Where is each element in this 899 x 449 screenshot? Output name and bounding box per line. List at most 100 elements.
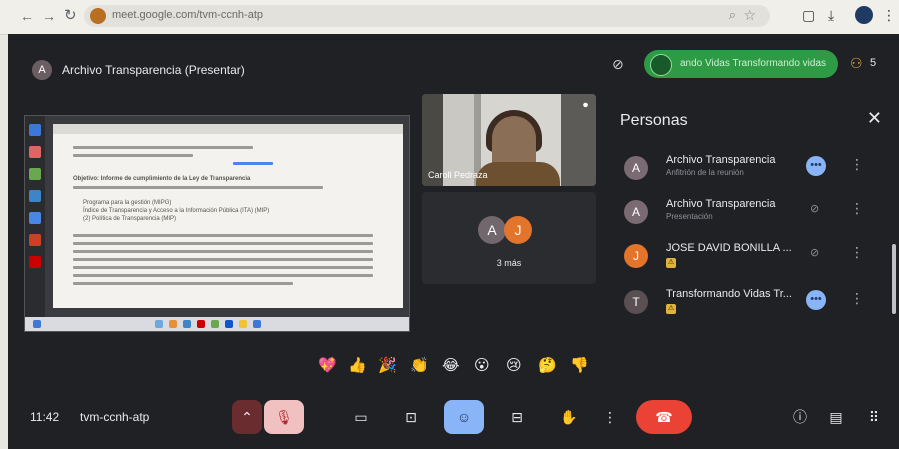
participant-role: Presentación: [666, 212, 713, 221]
text-line: [73, 186, 323, 189]
address-bar[interactable]: meet.google.com/tvm-ccnh-atp ⌕ ☆: [84, 5, 770, 27]
app-icon: [29, 256, 41, 268]
audio-level-icon[interactable]: •••: [806, 156, 826, 176]
text-line: [73, 242, 373, 245]
back-arrow-icon[interactable]: ←: [20, 8, 34, 24]
taskbar-icon: [253, 320, 261, 328]
presentation-pill[interactable]: ando Vidas Transformando vidas: [644, 50, 838, 78]
clap-reaction-icon[interactable]: 👏: [410, 356, 429, 374]
participant-avatar: T: [624, 290, 648, 314]
sad-reaction-icon[interactable]: 😢: [506, 356, 522, 374]
doc-list-item: Índice de Transparencia y Acceso a la In…: [83, 208, 270, 214]
url-text[interactable]: meet.google.com/tvm-ccnh-atp: [112, 9, 263, 21]
bookmark-star-icon[interactable]: ☆: [743, 7, 756, 24]
heart-reaction-icon[interactable]: 💖: [318, 356, 337, 374]
presenting-title: Archivo Transparencia (Presentar): [62, 63, 245, 77]
site-info-icon[interactable]: [90, 8, 106, 24]
surprised-reaction-icon[interactable]: 😮: [474, 356, 490, 374]
shared-taskbar: [25, 317, 409, 331]
thinking-reaction-icon[interactable]: 🤔: [538, 356, 557, 374]
taskbar-icon: [169, 320, 177, 328]
participant-name: Transformando Vidas Tr...: [666, 288, 792, 300]
text-line: [73, 266, 373, 269]
taskbar-icon: [239, 320, 247, 328]
participant-name: Archivo Transparencia: [666, 198, 776, 210]
app-icon: [29, 168, 41, 180]
forward-arrow-icon[interactable]: →: [42, 8, 56, 24]
mic-off-icon[interactable]: ⊘: [810, 246, 819, 259]
app-icon: [29, 212, 41, 224]
participant-row[interactable]: A Archivo Transparencia Presentación ⊘ ⋮: [624, 194, 886, 234]
more-participants-tile[interactable]: A J 3 más: [422, 192, 596, 284]
leave-call-button[interactable]: ☎: [636, 400, 692, 434]
download-icon[interactable]: ⤓: [828, 7, 834, 24]
thumbs-up-reaction-icon[interactable]: 👍: [348, 356, 367, 374]
taskbar-icon: [183, 320, 191, 328]
more-options-icon[interactable]: ⋮: [850, 200, 864, 217]
audio-level-icon[interactable]: •••: [806, 290, 826, 310]
mic-muted-icon: ⏺: [583, 100, 588, 111]
profile-avatar[interactable]: [855, 6, 873, 24]
text-line: [73, 282, 293, 285]
extensions-icon[interactable]: ▢: [802, 7, 815, 24]
audio-options-icon[interactable]: ⌃: [232, 400, 262, 434]
participant-row[interactable]: T Transformando Vidas Tr... ⚠ ••• ⋮: [624, 284, 886, 324]
meeting-code: tvm-ccnh-atp: [80, 410, 150, 424]
shared-document: Objetivo: Informe de cumplimiento de la …: [53, 124, 403, 308]
more-options-icon[interactable]: ⋮: [850, 290, 864, 307]
taskbar-icon: [211, 320, 219, 328]
external-badge-icon: ⚠: [666, 304, 676, 314]
participant-name: Caroll Pedraza: [428, 170, 488, 180]
text-line: [73, 258, 373, 261]
text-line: [73, 274, 373, 277]
emoji-reactions-button[interactable]: ☺: [444, 400, 484, 434]
panel-scrollbar[interactable]: [892, 244, 896, 314]
app-icon: [29, 190, 41, 202]
participant-name: JOSE DAVID BONILLA ...: [666, 242, 792, 254]
close-icon[interactable]: ✕: [867, 108, 882, 129]
taskbar-icon: [225, 320, 233, 328]
more-options-icon[interactable]: ⋮: [850, 244, 864, 261]
app-icon: [29, 234, 41, 246]
doc-heading: Objetivo: Informe de cumplimiento de la …: [73, 176, 251, 182]
more-options-button[interactable]: ⋮: [600, 400, 620, 434]
mic-off-icon[interactable]: ⊘: [810, 202, 819, 215]
present-screen-button[interactable]: ⊡: [392, 400, 430, 434]
pill-text: ando Vidas Transformando vidas: [680, 58, 827, 69]
text-line: [73, 146, 253, 149]
participant-name: Archivo Transparencia: [666, 154, 776, 166]
thumbs-down-reaction-icon[interactable]: 👎: [570, 356, 589, 374]
text-line: [73, 154, 193, 157]
browser-menu-icon[interactable]: ⋮: [882, 7, 896, 24]
shared-app-sidebar: [25, 116, 45, 331]
more-options-icon[interactable]: ⋮: [850, 156, 864, 173]
participant-row[interactable]: J JOSE DAVID BONILLA ... ⚠ ⊘ ⋮: [624, 238, 886, 278]
captions-button[interactable]: ⊟: [498, 400, 536, 434]
participant-video-tile[interactable]: ⏺ Caroll Pedraza: [422, 94, 596, 186]
video-person-body: [476, 162, 560, 186]
more-count-label: 3 más: [496, 258, 522, 268]
meeting-time: 11:42: [30, 410, 60, 424]
laugh-reaction-icon[interactable]: 😂: [442, 356, 460, 374]
participant-avatar: A: [624, 200, 648, 224]
participant-row[interactable]: A Archivo Transparencia Anfitrión de la …: [624, 150, 886, 190]
participant-count: 5: [870, 57, 877, 69]
mic-off-button[interactable]: 🎙︎: [264, 400, 304, 434]
participant-avatar: J: [624, 244, 648, 268]
raise-hand-button[interactable]: ✋: [550, 400, 588, 434]
doc-list-item: (2) Política de Transparencia (MIP): [83, 216, 177, 222]
zoom-icon[interactable]: ⌕: [729, 7, 736, 23]
meeting-info-button[interactable]: ⓘ: [786, 400, 814, 434]
party-reaction-icon[interactable]: 🎉: [378, 356, 397, 374]
camera-button[interactable]: ▭: [342, 400, 380, 434]
presenter-avatar: A: [32, 60, 52, 80]
chat-button[interactable]: ▤: [822, 400, 850, 434]
participant-avatar: J: [504, 216, 532, 244]
reload-icon[interactable]: ↻: [64, 6, 77, 24]
app-icon: [29, 124, 41, 136]
people-icon[interactable]: ⚇: [850, 55, 863, 72]
document-toolbar: [53, 124, 403, 134]
activities-button[interactable]: ⠿: [860, 400, 888, 434]
camera-off-icon[interactable]: ⊘: [612, 56, 624, 73]
meet-window: A Archivo Transparencia (Presentar) ⊘ an…: [8, 34, 899, 449]
